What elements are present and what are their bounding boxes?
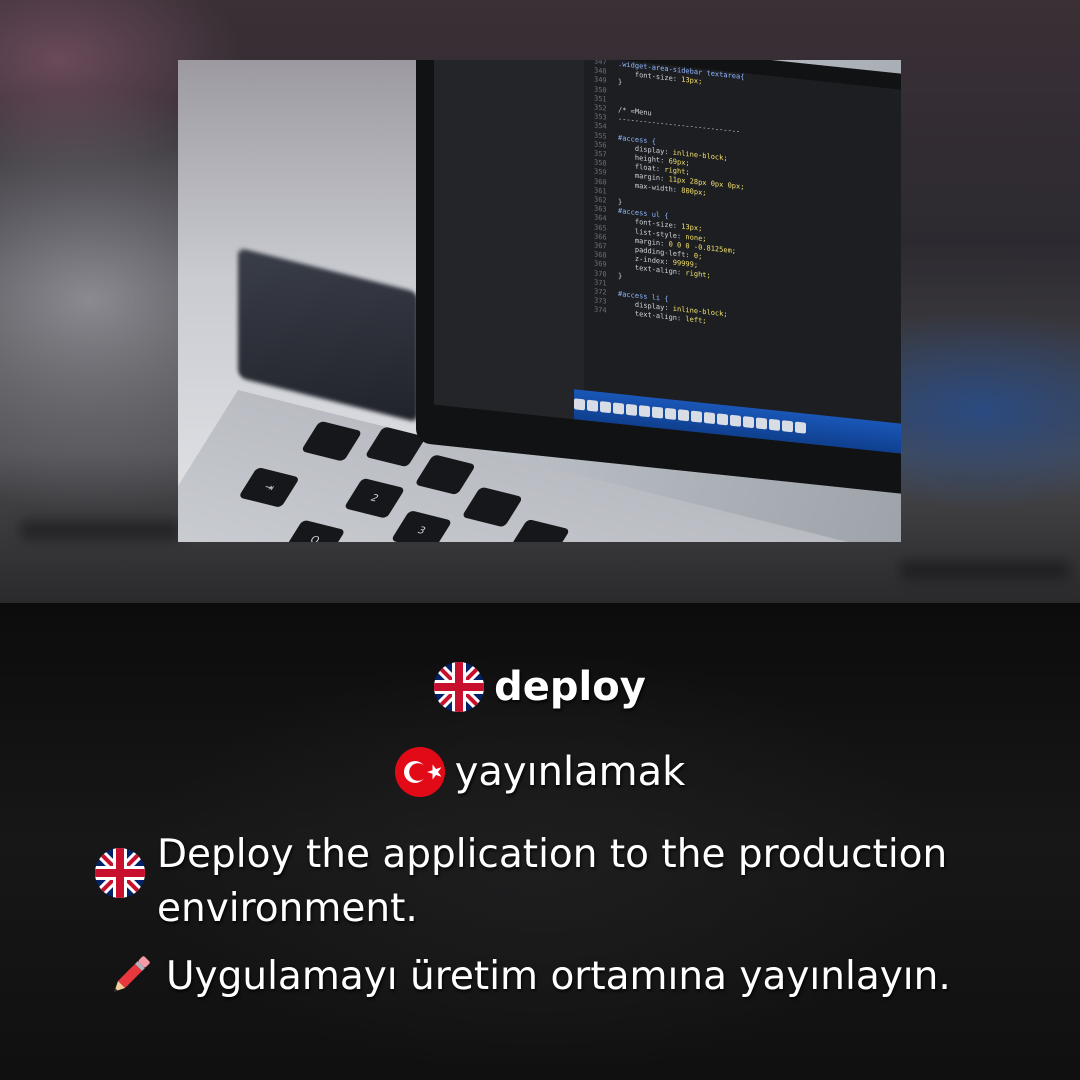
turkish-word: yayınlamak xyxy=(454,749,686,795)
uk-flag-icon xyxy=(434,662,485,712)
keyboard-key xyxy=(461,486,524,528)
keyboard-key: 2 xyxy=(343,477,406,519)
turkey-flag-icon xyxy=(394,747,445,797)
blurred-keyboard-edge xyxy=(20,520,180,540)
keyboard-key xyxy=(414,454,477,496)
laptop-screen-bezel: 347 .widget-area-sidebar textarea{348 fon… xyxy=(416,60,901,498)
keyboard-key xyxy=(508,518,571,542)
pencil-icon xyxy=(114,956,150,992)
keyboard-key: ⇥ xyxy=(238,466,300,508)
english-word-row: deploy xyxy=(0,660,1080,714)
laptop-photo: ⇥ Q W E R 2 3 £ # @ € 347.widget-area-si… xyxy=(178,60,901,542)
turkish-example-sentence: Uygulamayı üretim ortamına yayınlayın. xyxy=(166,954,951,999)
keyboard-key: 3 xyxy=(390,510,453,542)
editor-sidebar xyxy=(434,60,584,421)
turkish-example-row: Uygulamayı üretim ortamına yayınlayın. xyxy=(100,950,1060,1004)
english-word: deploy xyxy=(494,664,646,710)
laptop-screen: 347 .widget-area-sidebar textarea{348 fon… xyxy=(434,60,901,456)
uk-flag-icon xyxy=(95,848,145,898)
css-code-editor: 347 .widget-area-sidebar textarea{348 fon… xyxy=(594,60,901,426)
english-example-row: Deploy the application to the production… xyxy=(95,828,995,936)
english-example-sentence: Deploy the application to the production… xyxy=(157,832,948,931)
keyboard-key: Q xyxy=(283,519,346,542)
turkish-word-row: yayınlamak xyxy=(0,745,1080,799)
blurred-keyboard-edge xyxy=(900,560,1070,580)
keyboard-key xyxy=(300,420,363,462)
hero-background: ⇥ Q W E R 2 3 £ # @ € 347.widget-area-si… xyxy=(0,0,1080,603)
